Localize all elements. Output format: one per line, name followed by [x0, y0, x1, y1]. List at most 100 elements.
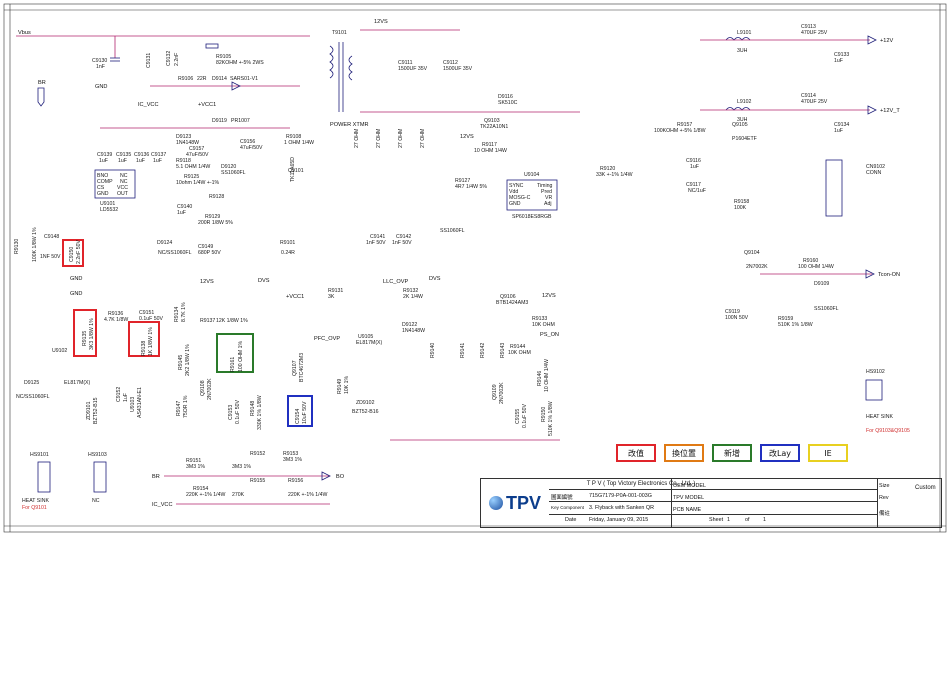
q9103-part: TK22A10N1	[480, 124, 508, 130]
u9103-ref: U9103	[130, 397, 136, 412]
q9105-ref: Q9105	[732, 122, 748, 128]
net-ic-vcc: IC_VCC	[138, 102, 159, 108]
c9134-val: 1uF	[834, 128, 843, 134]
t9101-primary	[329, 45, 334, 79]
q9109-ref: Q9109	[492, 384, 498, 400]
r9161-val: 100 OHM 1%	[238, 340, 244, 372]
r9130-val: 100K 1/8W 1%	[32, 227, 38, 262]
u9102-part: EL817M(X)	[64, 380, 91, 386]
legend-item-label: 新增	[724, 448, 740, 458]
r9120-val: 33K +-1% 1/4W	[596, 172, 633, 178]
r9140-ref: R9140	[430, 343, 436, 358]
zd9102-ref: ZD9102	[356, 400, 375, 406]
net-bo: BO	[336, 474, 345, 480]
c9156-val: 47uF/50V	[240, 145, 263, 151]
u9104-ref: U9104	[524, 172, 539, 178]
r9137-val: 12K 1/8W 1%	[216, 318, 248, 324]
c9142-val: 1nF 50V	[392, 240, 412, 246]
c9130-val: 1nF	[96, 64, 105, 70]
net-12v-out: +12V	[880, 38, 893, 44]
c9114-val: 470UF 25V	[801, 99, 828, 105]
r9157-val: 100KOHM +-5% 1/8W	[654, 128, 706, 134]
c9148-ref: C9148	[44, 234, 59, 240]
d9114-part: SARS01-V1	[230, 76, 258, 82]
c9117-val: NC/1uF	[688, 188, 706, 194]
q9108-ref: Q9108	[200, 380, 206, 396]
c9132-val: 2.2nF	[174, 53, 180, 66]
r9105-body	[205, 43, 219, 49]
c9152-ref: C9152	[116, 387, 122, 402]
schematic-drawing: Vbus C9130 1nF GND C9131 C9132 2.2nF R91…	[3, 3, 947, 533]
legend-item: 新增	[712, 444, 752, 462]
r-27ohm-a: 27 OHM	[354, 129, 360, 148]
sheet-label: Sheet	[709, 517, 724, 523]
r9149-val: 10K 1%	[344, 375, 350, 394]
r9150-val: 510K 1% 1/8W	[548, 401, 554, 436]
u9103-part: AS431AN-E1	[137, 387, 143, 418]
d9109-part: SS1060FL	[814, 306, 839, 312]
c9132-ref: C9132	[166, 51, 172, 66]
r-27ohm-c: 27 OHM	[398, 129, 404, 148]
r9101-ref: R9101	[280, 240, 295, 246]
u9101-pin-out: OUT	[117, 191, 129, 197]
tpv-model-label: TPV MODEL	[673, 495, 705, 501]
hs9102-note: For Q9103&Q9105	[866, 428, 910, 434]
c9154-val: 10uF 50V	[302, 401, 308, 424]
r9149-ref: R9149	[337, 379, 343, 394]
r9129-val: 200R 1/8W 5%	[198, 220, 233, 226]
tb-vrule-1	[671, 479, 672, 527]
u9101-pin-gnd: GND	[97, 191, 109, 197]
r9158-val: 100K	[734, 205, 747, 211]
net-dvs-b: DVS	[429, 276, 441, 282]
r9101-val: 0.24R	[281, 250, 295, 256]
r9138-ref: R9138	[141, 341, 147, 356]
date-value: Friday, January 09, 2015	[589, 517, 649, 523]
r9126-label: R9128	[209, 194, 224, 200]
r9147-ref: R9147	[176, 401, 182, 416]
legend-item-label: IE	[824, 448, 832, 458]
hs9101-label: HEAT SINK	[22, 498, 49, 504]
r9134-ref: R9134	[174, 307, 180, 322]
q9107-ref: Q9107	[292, 360, 298, 376]
net-ps-on: PS_ON	[540, 332, 559, 338]
net-12vs-ps: 12VS	[542, 293, 556, 299]
tb-vrule-2	[877, 479, 878, 527]
q9106-part: BTB1424AM3	[496, 300, 528, 306]
r9128-val: 5.1 OHM 1/4W	[176, 164, 210, 170]
r9106-val: 22R	[197, 76, 207, 82]
tb-rule-3	[549, 514, 877, 515]
r9137-ref: R9137	[200, 318, 215, 324]
c9155-val: 0.1uF 50V	[522, 404, 528, 428]
pcb-name-label: PCB NAME	[673, 507, 702, 513]
l9101-val: 3UH	[737, 48, 748, 54]
q9109-part: 2N7002K	[499, 382, 505, 404]
r9156-val: 220K +-1% 1/4W	[288, 492, 327, 498]
cn9102-body	[825, 159, 843, 217]
c9137-val: 1uF	[153, 158, 162, 164]
hs9101-ref: HS9101	[30, 452, 49, 458]
c9113-val: 470UF 25V	[801, 30, 828, 36]
of-label: of	[745, 517, 750, 523]
net-ic-vcc-bottom: IC_VCC	[152, 502, 173, 508]
r9159-val: 510K 1% 1/8W	[778, 322, 813, 328]
r9127-val: 4R7 1/4W 5%	[455, 184, 487, 190]
net-12vs-mid: 12VS	[460, 134, 474, 140]
tpv-logo-text: TPV	[505, 492, 541, 513]
net-br: BR	[38, 80, 46, 86]
legend-item-label: 改Lay	[768, 448, 792, 458]
q9108-part: 2N7002K	[207, 378, 213, 400]
r9138-val: 1K 1/8W 1%	[148, 327, 154, 356]
date-label: Date	[565, 517, 577, 523]
legend-item-label: 改值	[628, 448, 644, 458]
of-value: 1	[763, 517, 766, 523]
hs9103-ref: HS9103	[88, 452, 107, 458]
power-xtmr-label: POWER XTMR	[330, 122, 369, 128]
r9146-val: 10 OHM 1/4W	[544, 359, 550, 392]
q9104-ref: Q9104	[744, 250, 760, 256]
c9135-val: 1uF	[118, 158, 127, 164]
tb-rule-1	[549, 489, 877, 490]
r9160-val: 100 OHM 1/4W	[798, 264, 834, 270]
u9102-ref: U9102	[52, 348, 67, 354]
r9148-ref: R9148	[250, 401, 256, 416]
doc-number-label: 圖面編號	[551, 495, 573, 501]
